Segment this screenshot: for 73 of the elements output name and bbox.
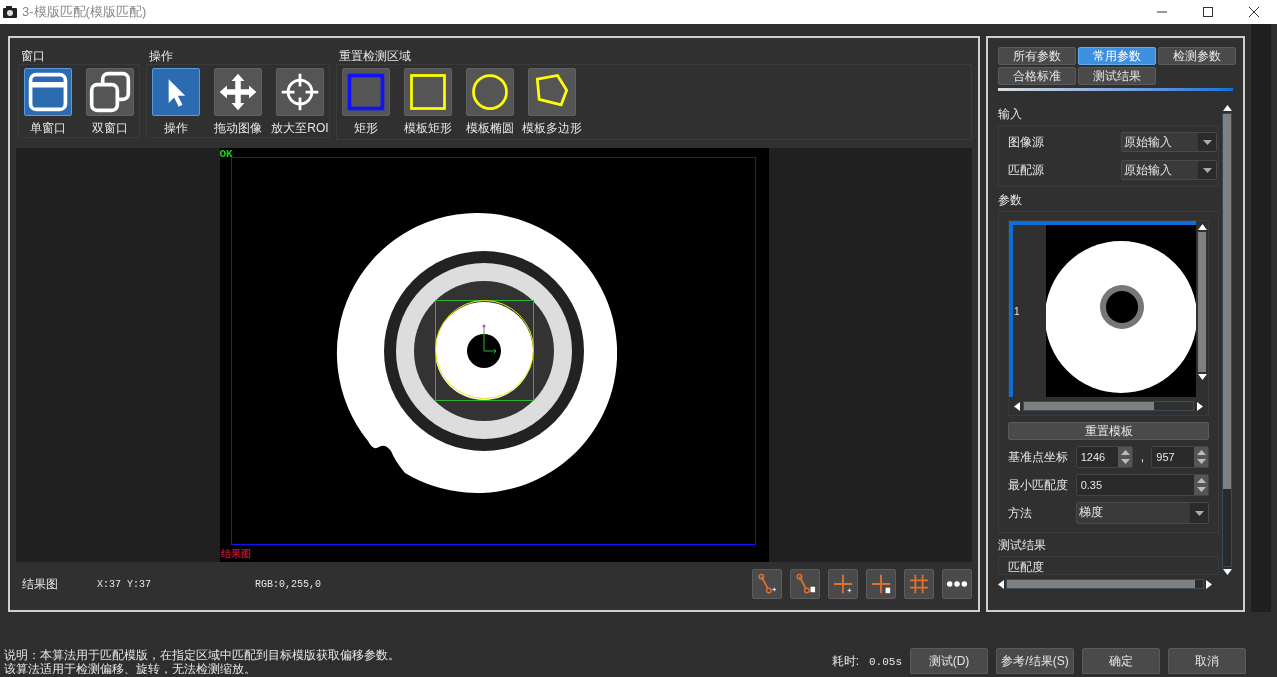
template-index: 1 — [1013, 304, 1020, 319]
line-delete-icon — [794, 573, 816, 595]
tab[interactable]: 测试结果 — [1078, 67, 1156, 85]
spin-arrows-icon — [1196, 450, 1206, 464]
dual-window-icon — [88, 70, 132, 114]
pixel-rgb: RGB:0,255,0 — [255, 577, 321, 592]
dropdown[interactable]: 原始输入 — [1121, 160, 1217, 180]
group-label: 重置检测区域 — [339, 48, 412, 64]
line-add-icon — [756, 573, 778, 595]
view-caption: 结果图 — [22, 576, 59, 593]
section-title: 测试结果 — [998, 537, 1047, 554]
field-label: 最小匹配度 — [1008, 477, 1069, 494]
section-title: 参数 — [998, 192, 1023, 209]
scroll-left-icon — [1014, 401, 1020, 411]
separator-text: , — [1139, 449, 1145, 466]
image-label: 结果图 — [220, 548, 251, 560]
dialog-button[interactable]: 取消 — [1168, 648, 1246, 674]
group-label: 操作 — [149, 48, 174, 64]
dialog-button[interactable]: 测试(D) — [910, 648, 988, 674]
tab[interactable]: 所有参数 — [998, 47, 1076, 65]
field-label: 图像源 — [1008, 134, 1045, 151]
dropdown[interactable]: 梯度 — [1075, 502, 1209, 524]
description-text: 说明：本算法用于匹配模版，在指定区域中匹配到目标模版获取偏移参数。 — [4, 648, 400, 662]
scroll-right-icon — [1206, 579, 1212, 589]
field-label: 基准点坐标 — [1008, 449, 1069, 466]
cross-add-icon — [832, 573, 854, 595]
grid-button[interactable] — [904, 569, 934, 599]
status-text: OK — [219, 147, 233, 161]
more-icon — [946, 581, 968, 587]
vertical-scrollbar[interactable] — [1221, 105, 1233, 575]
field-label: 匹配源 — [1008, 162, 1045, 179]
spin-box[interactable]: 0.35 — [1075, 474, 1209, 496]
line-add-button[interactable] — [752, 569, 782, 599]
line-delete-button[interactable] — [790, 569, 820, 599]
more-button[interactable] — [942, 569, 972, 599]
scroll-down-icon — [1222, 569, 1232, 575]
spin-box[interactable]: 957 — [1151, 446, 1209, 468]
close-icon — [1249, 7, 1259, 17]
tab[interactable]: 检测参数 — [1158, 47, 1236, 65]
description-text: 该算法适用于检测偏移、旋转，无法检测缩放。 — [4, 662, 257, 674]
scroll-up-icon — [1222, 105, 1232, 111]
horizontal-scrollbar[interactable] — [998, 577, 1212, 591]
cross-add-button[interactable] — [828, 569, 858, 599]
cursor-coordinates: X:37 Y:37 — [97, 577, 152, 592]
window-title: 3-模版匹配(模版匹配) — [22, 3, 147, 22]
scroll-right-icon — [1197, 401, 1203, 411]
camera-icon — [2, 5, 18, 19]
dropdown-arrow-icon — [1202, 139, 1212, 145]
dropdown-arrow-icon — [1194, 510, 1204, 516]
cross-delete-button[interactable] — [866, 569, 896, 599]
spin-arrows-icon — [1120, 450, 1130, 464]
spin-arrows-icon — [1196, 478, 1206, 492]
elapsed-label: 耗时: — [831, 653, 859, 670]
dialog-button[interactable]: 参考/结果(S) — [996, 648, 1074, 674]
scroll-up-icon — [1197, 224, 1207, 230]
dialog-button[interactable]: 确定 — [1082, 648, 1160, 674]
scroll-left-icon — [998, 579, 1004, 589]
grid-icon — [908, 573, 930, 595]
section-title: 输入 — [998, 106, 1023, 123]
axis-arrows-icon — [481, 324, 498, 354]
cross-delete-icon — [870, 573, 892, 595]
elapsed-value: 0.05s — [869, 654, 902, 670]
field-label: 方法 — [1008, 505, 1033, 522]
spin-box[interactable]: 1246 — [1075, 446, 1134, 468]
reset-template-button[interactable]: 重置模板 — [1008, 422, 1209, 440]
field-label: 匹配度 — [1008, 560, 1045, 574]
window-icon — [26, 70, 70, 114]
group-label: 窗口 — [21, 48, 46, 64]
dropdown-arrow-icon — [1202, 167, 1212, 173]
dropdown[interactable]: 原始输入 — [1121, 132, 1217, 152]
maximize-icon — [1203, 7, 1213, 17]
scroll-down-icon — [1197, 374, 1207, 380]
tab[interactable]: 合格标准 — [998, 67, 1076, 85]
